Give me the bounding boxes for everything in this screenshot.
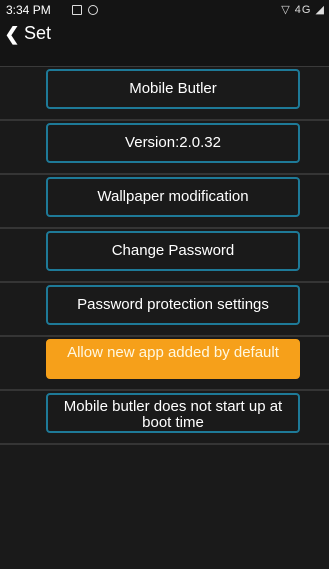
status-time: 3:34 PM <box>6 3 51 17</box>
wifi-icon: ▽ <box>281 4 291 16</box>
allow-new-app-button[interactable]: Allow new app added by default <box>46 339 300 379</box>
page-title: Set <box>24 23 52 43</box>
sync-notification-icon <box>88 5 98 15</box>
list-item: Allow new app added by default <box>0 337 329 391</box>
chevron-left-icon[interactable]: ❮ <box>4 24 20 44</box>
password-protection-settings-button[interactable]: Password protection settings <box>46 285 300 325</box>
list-item: Change Password <box>0 229 329 283</box>
version-button[interactable]: Version:2.0.32 <box>46 123 300 163</box>
no-start-at-boot-button[interactable]: Mobile butler does not start up at boot … <box>46 393 300 433</box>
change-password-button[interactable]: Change Password <box>46 231 300 271</box>
list-item: Wallpaper modification <box>0 175 329 229</box>
app-header: ❮ Set <box>0 20 329 67</box>
signal-status: ▽ 4G ◢ <box>281 0 325 20</box>
mobile-butler-button[interactable]: Mobile Butler <box>46 69 300 109</box>
image-notification-icon <box>72 5 82 15</box>
list-item: Mobile Butler <box>0 67 329 121</box>
network-type: 4G <box>294 4 312 16</box>
wallpaper-modification-button[interactable]: Wallpaper modification <box>46 177 300 217</box>
status-bar: 3:34 PM ▽ 4G ◢ <box>0 0 329 20</box>
list-item: Mobile butler does not start up at boot … <box>0 391 329 445</box>
list-item: Password protection settings <box>0 283 329 337</box>
settings-list: Mobile Butler Version:2.0.32 Wallpaper m… <box>0 67 329 445</box>
signal-icon: ◢ <box>315 4 325 16</box>
list-item: Version:2.0.32 <box>0 121 329 175</box>
